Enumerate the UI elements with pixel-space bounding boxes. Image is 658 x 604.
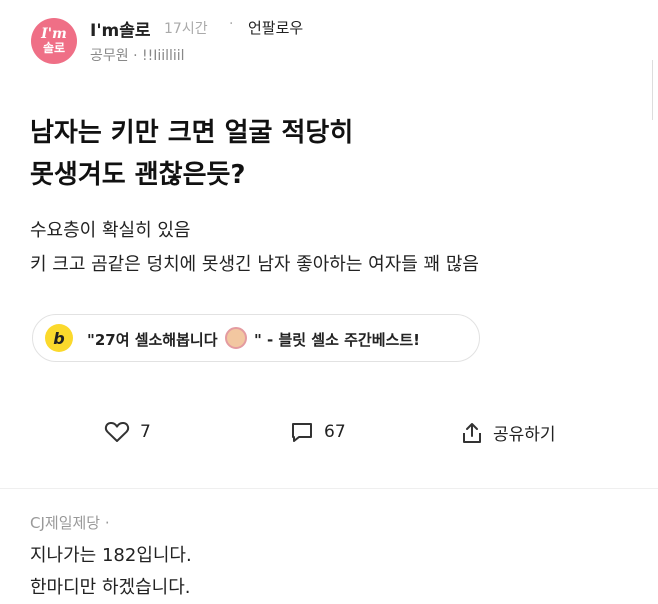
post-title-line2: 못생겨도 괜찮은듯? (30, 160, 246, 190)
post-body-line2: 키 크고 곰같은 덩치에 못생긴 남자 좋아하는 여자들 꽤 많음 (30, 254, 479, 275)
comment-line1: 지나가는 182입니다. (30, 545, 192, 566)
post-title-line1: 남자는 키만 크면 얼굴 적당히 (30, 118, 354, 148)
board-name[interactable]: I'm솔로 (90, 16, 151, 41)
unfollow-button[interactable]: 언팔로우 (248, 17, 303, 38)
board-avatar[interactable]: I'm 솔로 (31, 18, 77, 64)
comment-line2: 한마디만 하겠습니다. (30, 577, 191, 598)
share-icon (463, 422, 481, 443)
like-button[interactable]: 7 (104, 420, 151, 444)
comment-button[interactable]: 67 (290, 420, 346, 444)
post-body-line1: 수요층이 확실히 있음 (30, 220, 191, 241)
comment-body: 지나가는 182입니다. 한마디만 하겠습니다. (30, 540, 192, 604)
section-divider (0, 488, 658, 489)
share-label: 공유하기 (493, 425, 556, 445)
post-body: 수요층이 확실히 있음 키 크고 곰같은 덩치에 못생긴 남자 좋아하는 여자들… (30, 214, 479, 282)
share-button[interactable]: 공유하기 (461, 420, 556, 445)
header-separator: · (229, 16, 234, 32)
comment-count: 67 (324, 422, 346, 442)
comment-author[interactable]: CJ제일제당 · (30, 512, 110, 533)
post-author[interactable]: 공무원 · !!Iiilliil (90, 45, 185, 65)
promo-banner[interactable]: b "27여 셀소해봅니다 " - 블릿 셀소 주간베스트! (32, 314, 480, 362)
like-count: 7 (140, 422, 151, 442)
avatar-text-line2: 솔로 (42, 41, 66, 56)
edge-divider (652, 60, 653, 120)
post-actions: 7 67 공유하기 (0, 420, 658, 452)
person-raising-hand-emoji-icon (224, 326, 247, 349)
post-title: 남자는 키만 크면 얼굴 적당히 못생겨도 괜찮은듯? (30, 112, 590, 196)
heart-icon (104, 421, 130, 442)
comment-bubble-icon (292, 423, 312, 442)
avatar-text-line1: I'm (41, 26, 67, 43)
post-time: 17시간 (164, 21, 208, 37)
blind-logo-icon: b (45, 324, 73, 352)
promo-text-end: " - 블릿 셀소 주간베스트! (253, 330, 420, 349)
promo-text: "27여 셀소해봅니다 " - 블릿 셀소 주간베스트! (87, 326, 420, 350)
promo-text-start: "27여 셀소해봅니다 (87, 330, 218, 349)
